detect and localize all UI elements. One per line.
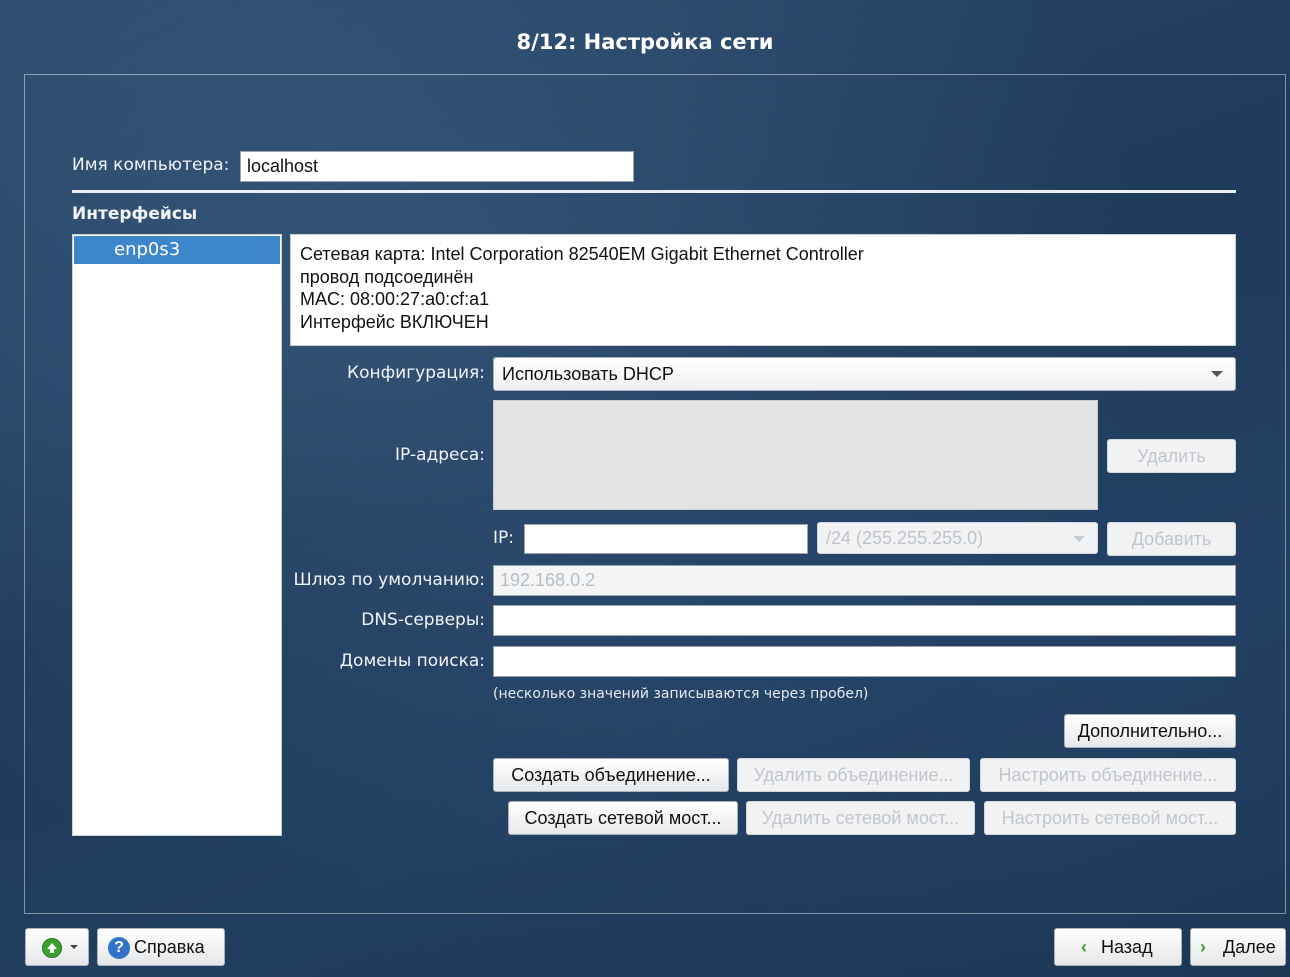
- gateway-input[interactable]: 192.168.0.2: [493, 565, 1236, 596]
- hostname-input[interactable]: localhost: [240, 151, 634, 182]
- gateway-label: Шлюз по умолчанию:: [293, 570, 485, 590]
- hostname-label: Имя компьютера:: [72, 155, 230, 175]
- netmask-select[interactable]: /24 (255.255.255.0): [817, 522, 1098, 554]
- interface-item-enp0s3[interactable]: enp0s3: [74, 236, 280, 264]
- create-bridge-button[interactable]: Создать сетевой мост...: [508, 801, 738, 835]
- hint-text: (несколько значений записываются через п…: [493, 686, 869, 702]
- dns-label: DNS-серверы:: [361, 610, 485, 630]
- search-domains-label: Домены поиска:: [339, 651, 485, 671]
- help-button[interactable]: ? Справка: [97, 928, 225, 966]
- help-icon: ?: [108, 937, 130, 959]
- advanced-button[interactable]: Дополнительно...: [1064, 714, 1236, 748]
- separator: [72, 190, 1236, 193]
- chevron-down-icon: [1211, 371, 1223, 377]
- next-button[interactable]: › Далее: [1190, 928, 1286, 966]
- ip-label: IP:: [493, 528, 514, 548]
- back-button[interactable]: ‹ Назад: [1054, 928, 1182, 966]
- delete-bond-button[interactable]: Удалить объединение...: [737, 758, 970, 792]
- chevron-down-icon: [1073, 536, 1085, 542]
- menu-icon: [42, 938, 62, 958]
- ip-address-list[interactable]: [493, 400, 1098, 510]
- info-line-mac: MAC: 08:00:27:a0:cf:a1: [300, 289, 490, 309]
- setup-bridge-button[interactable]: Настроить сетевой мост...: [984, 801, 1236, 835]
- config-label: Конфигурация:: [347, 363, 485, 383]
- info-line-state: Интерфейс ВКЛЮЧЕН: [300, 311, 489, 332]
- setup-bond-button[interactable]: Настроить объединение...: [980, 758, 1236, 792]
- chevron-down-icon: [70, 945, 78, 949]
- ip-list-label: IP-адреса:: [395, 445, 485, 465]
- ip-input[interactable]: [524, 524, 808, 554]
- interface-info: Сетевая карта: Intel Corporation 82540EM…: [290, 234, 1236, 346]
- info-line-card: Сетевая карта: Intel Corporation 82540EM…: [300, 244, 864, 264]
- help-label: Справка: [134, 937, 205, 957]
- remove-ip-button[interactable]: Удалить: [1107, 439, 1236, 473]
- create-bond-button[interactable]: Создать объединение...: [493, 758, 729, 792]
- info-line-cable: провод подсоединён: [300, 266, 474, 287]
- chevron-left-icon: ‹: [1081, 937, 1087, 957]
- window-title: 8/12: Настройка сети: [516, 30, 774, 54]
- chevron-right-icon: ›: [1200, 937, 1206, 957]
- netmask-select-value: /24 (255.255.255.0): [826, 528, 984, 548]
- search-domains-input[interactable]: [493, 646, 1236, 677]
- config-select-value: Использовать DHCP: [502, 364, 674, 384]
- dns-input[interactable]: [493, 605, 1236, 636]
- add-ip-button[interactable]: Добавить: [1107, 522, 1236, 556]
- interfaces-list[interactable]: [72, 234, 282, 836]
- config-select[interactable]: Использовать DHCP: [493, 357, 1236, 391]
- next-label: Далее: [1223, 937, 1276, 957]
- back-label: Назад: [1101, 937, 1153, 957]
- interfaces-heading: Интерфейсы: [72, 204, 198, 224]
- menu-button[interactable]: [25, 928, 89, 966]
- delete-bridge-button[interactable]: Удалить сетевой мост...: [746, 801, 975, 835]
